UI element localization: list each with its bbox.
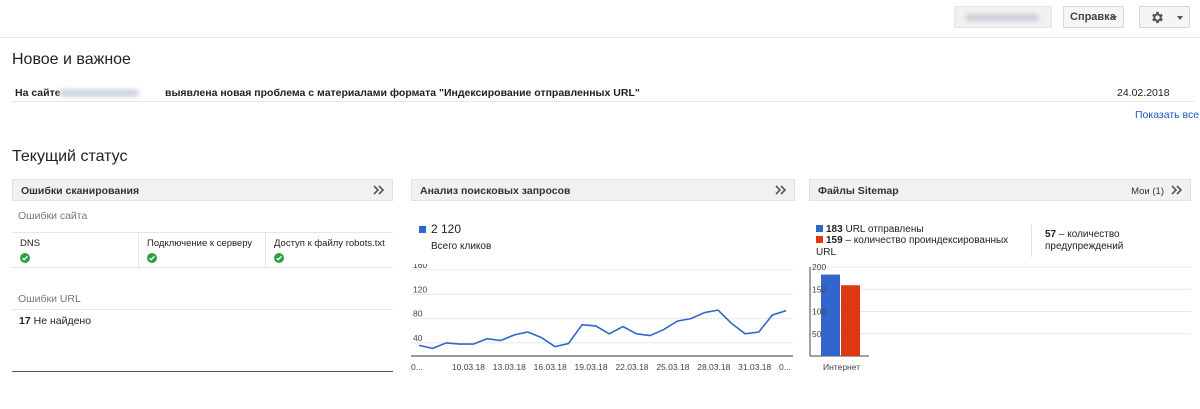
y-tick-label: 200: [812, 264, 826, 272]
caret-down-icon: [1177, 16, 1183, 20]
clicks-line-chart: 40 80 120 160 0... 10.03.18 13.03.18 16.03.18 19…: [411, 264, 793, 372]
indexed-text: – количество проиндексированных URL: [816, 235, 1009, 258]
x-tick-label: 22.03.18: [615, 362, 648, 372]
search-analytics-card: Анализ поисковых запросов 2 120 Всего кл…: [411, 179, 795, 379]
x-tick-label: 19.03.18: [575, 362, 608, 372]
server-connectivity-label: Подключение к серверу: [147, 238, 253, 249]
url-errors-count: 17: [19, 315, 31, 327]
x-tick-label: 0...: [779, 362, 791, 372]
bar: [841, 285, 860, 356]
check-circle-icon: [20, 253, 30, 263]
crawl-errors-header[interactable]: Ошибки сканирования: [12, 179, 393, 201]
sitemaps-mine-label[interactable]: Мои (1): [1131, 186, 1164, 197]
crawl-errors-card: Ошибки сканирования Ошибки сайта DNS Под…: [12, 179, 393, 379]
top-bar: Справка: [0, 0, 1200, 38]
sitemap-bar-chart: 50 100 150 200 Интернет: [809, 264, 1191, 372]
y-tick-label: 50: [812, 329, 822, 339]
x-tick-label: 28.03.18: [697, 362, 730, 372]
divider: [12, 309, 393, 310]
robots-txt-cell[interactable]: Доступ к файлу robots.txt: [266, 233, 393, 267]
double-chevron-right-icon[interactable]: [774, 183, 788, 197]
divider: [12, 371, 393, 372]
double-chevron-right-icon[interactable]: [1170, 183, 1184, 197]
total-clicks-label: Всего кликов: [431, 241, 492, 252]
whats-new-title: Новое и важное: [12, 51, 131, 68]
submitted-text: URL отправлены: [845, 224, 924, 235]
settings-button[interactable]: [1139, 6, 1190, 28]
warnings-summary: 57 – количество предупреждений: [1045, 229, 1140, 253]
y-tick-label: 150: [812, 284, 826, 294]
show-all-link[interactable]: Показать все: [1135, 109, 1199, 121]
dns-cell[interactable]: DNS: [12, 233, 139, 267]
crawl-errors-title: Ошибки сканирования: [21, 185, 140, 197]
url-errors-label: Ошибки URL: [18, 293, 81, 305]
x-tick-label: 16.03.18: [534, 362, 567, 372]
clicks-legend-swatch: [419, 226, 426, 233]
site-errors-grid: DNS Подключение к серверу Доступ к файлу…: [12, 232, 393, 268]
site-url-redacted: [59, 89, 139, 97]
double-chevron-right-icon[interactable]: [372, 183, 386, 197]
server-connectivity-cell[interactable]: Подключение к серверу: [139, 233, 266, 267]
robots-txt-label: Доступ к файлу robots.txt: [274, 238, 385, 249]
submitted-count: 183: [826, 224, 843, 235]
check-circle-icon: [147, 253, 157, 263]
notice-date: 24.02.2018: [1117, 87, 1170, 99]
search-analytics-title: Анализ поисковых запросов: [420, 185, 571, 197]
site-url-redacted: [965, 14, 1039, 21]
warnings-text: – количество предупреждений: [1045, 229, 1124, 252]
sitemaps-title: Файлы Sitemap: [818, 185, 899, 197]
search-analytics-header[interactable]: Анализ поисковых запросов: [411, 179, 795, 201]
x-tick-label: 10.03.18: [452, 362, 485, 372]
notice-prefix: На сайте: [15, 87, 61, 99]
dns-label: DNS: [20, 238, 41, 249]
submitted-legend: 183 URL отправлены: [816, 224, 924, 235]
y-tick-label: 100: [812, 307, 826, 317]
site-errors-label: Ошибки сайта: [18, 210, 88, 222]
y-tick-label: 80: [413, 309, 423, 319]
x-tick-label: 25.03.18: [656, 362, 689, 372]
url-errors-row[interactable]: 17 Не найдено: [19, 315, 91, 327]
x-tick-label: 0...: [411, 362, 423, 372]
y-tick-label: 160: [413, 264, 427, 270]
help-button-label: Справка: [1070, 11, 1116, 23]
site-selector[interactable]: [954, 6, 1052, 28]
submitted-swatch: [816, 225, 823, 232]
check-circle-icon: [274, 253, 284, 263]
x-tick-label: 13.03.18: [493, 362, 526, 372]
total-clicks-value: 2 120: [431, 222, 462, 236]
gear-icon: [1152, 11, 1163, 23]
divider: [1031, 225, 1032, 257]
y-tick-label: 40: [413, 333, 423, 343]
x-category-label: Интернет: [823, 362, 860, 372]
warnings-count: 57: [1045, 229, 1057, 240]
y-tick-label: 120: [413, 284, 427, 294]
caret-down-icon: [1111, 16, 1117, 20]
indexed-count: 159: [826, 235, 843, 246]
notice-text: выявлена новая проблема с материалами фо…: [165, 87, 640, 99]
x-tick-label: 31.03.18: [738, 362, 771, 372]
sitemaps-header[interactable]: Файлы Sitemap Мои (1): [809, 179, 1191, 201]
sitemaps-card: Файлы Sitemap Мои (1) 183 URL отправлены…: [809, 179, 1191, 379]
indexed-legend: 159 – количество проиндексированных URL: [816, 235, 1021, 259]
help-button[interactable]: Справка: [1063, 6, 1124, 28]
current-status-title: Текущий статус: [12, 148, 128, 165]
url-errors-text: Не найдено: [33, 315, 92, 327]
indexed-swatch: [816, 236, 823, 243]
notice-row[interactable]: На сайте выявлена новая проблема с матер…: [12, 84, 1195, 102]
